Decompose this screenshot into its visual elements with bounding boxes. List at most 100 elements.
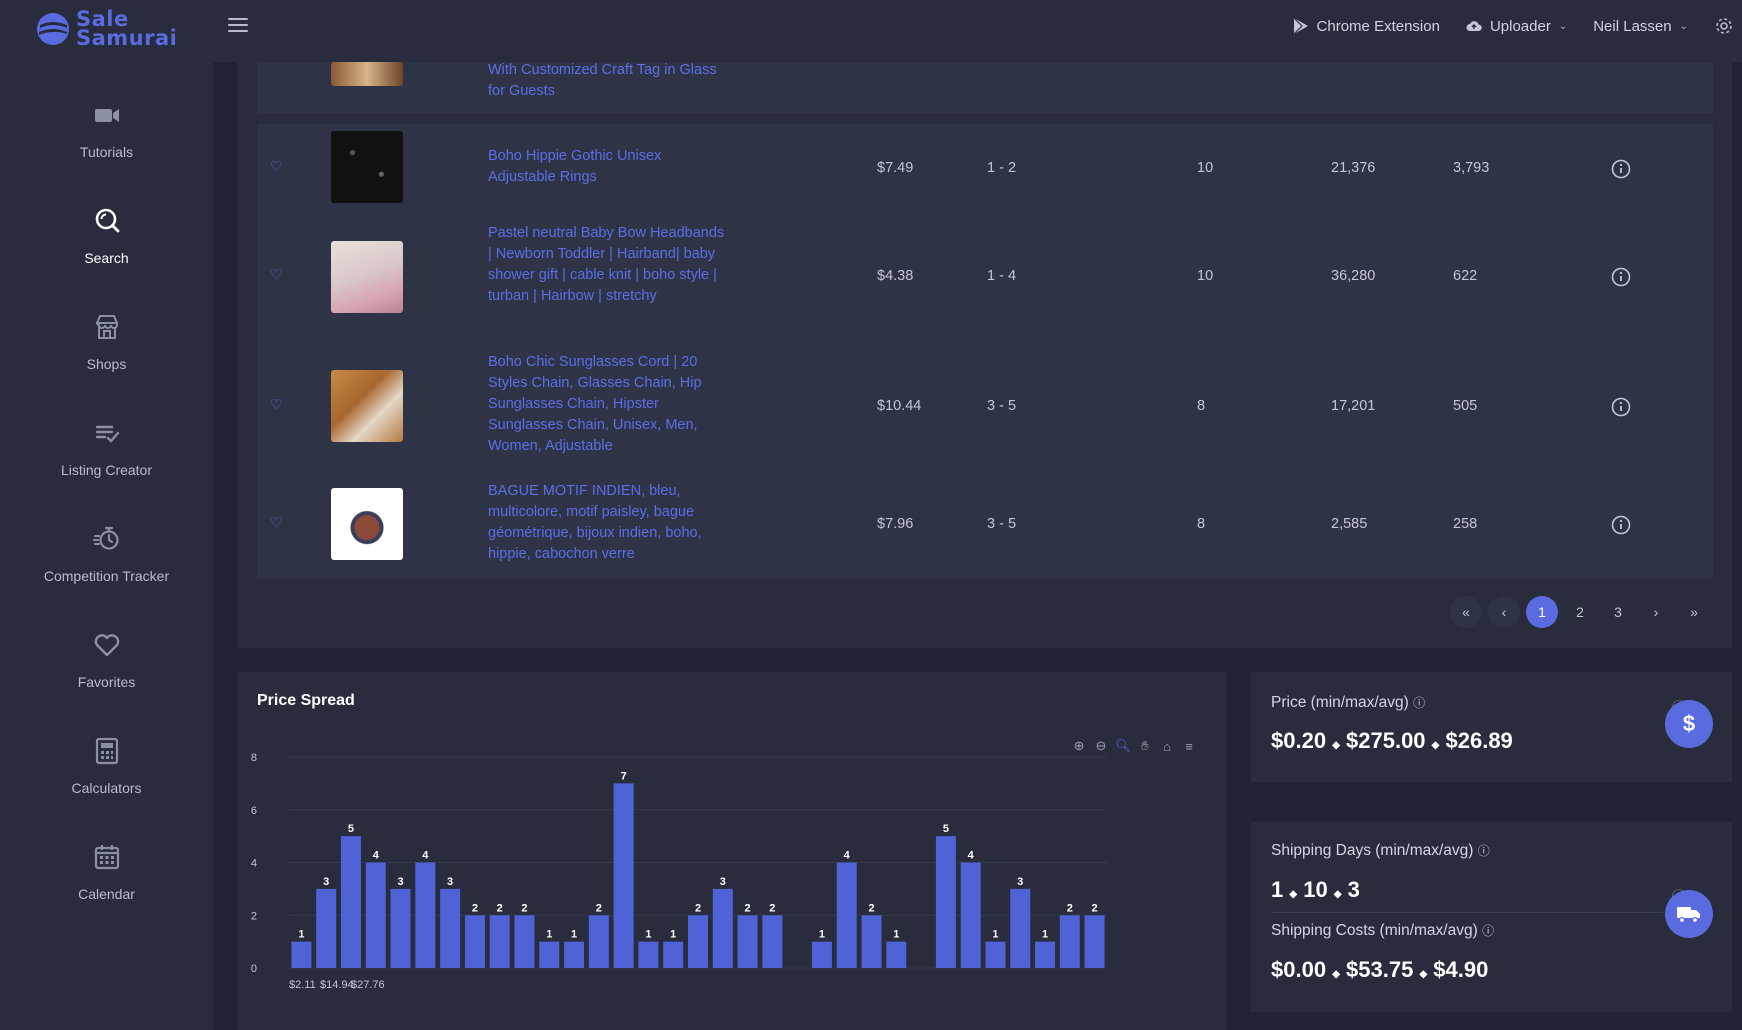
app-logo[interactable]: Sale Samurai	[36, 9, 177, 49]
data-label: 7	[621, 770, 627, 782]
info-icon[interactable]: ⓘ	[1413, 696, 1425, 710]
ship-days-cell: 3 - 5	[987, 516, 1017, 532]
product-thumbnail[interactable]	[331, 62, 403, 86]
list-check-icon	[95, 425, 119, 443]
data-label: 4	[844, 850, 851, 862]
y-tick-label: 4	[251, 858, 257, 870]
bar	[1059, 915, 1080, 968]
data-label: 1	[819, 929, 825, 941]
info-icon[interactable]	[1611, 267, 1631, 287]
y-tick-label: 2	[251, 910, 257, 922]
table-row: ♡ Boho Hippie Gothic Unisex Adjustable R…	[257, 124, 1713, 211]
ship-costs-label: Shipping Costs (min/max/avg) ⓘ	[1271, 922, 1495, 939]
info-icon[interactable]	[1611, 397, 1631, 417]
top-bar: Sale Samurai Chrome Extension Uploader ⌄ …	[0, 0, 1742, 62]
listing-title-link[interactable]: Boho Chic Sunglasses Cord | 20 Styles Ch…	[488, 352, 728, 457]
info-icon[interactable]	[1611, 159, 1631, 179]
listing-title-link[interactable]: Boho Hippie Gothic Unisex Adjustable Rin…	[488, 146, 728, 188]
first-page-button[interactable]: «	[1450, 596, 1482, 628]
data-label: 1	[992, 929, 998, 941]
favorite-heart-icon[interactable]: ♡	[270, 514, 283, 531]
table-row: With Customized Craft Tag in Glass for G…	[257, 62, 1713, 114]
data-label: 1	[546, 929, 552, 941]
table-cell: 17,201	[1331, 398, 1376, 414]
info-icon[interactable]	[1611, 515, 1631, 535]
sidebar-item-listing-creator[interactable]: Listing Creator	[0, 418, 213, 508]
table-cell: 21,376	[1331, 160, 1376, 176]
favorite-heart-icon[interactable]: ♡	[270, 158, 283, 175]
bar	[564, 941, 585, 968]
data-label: 1	[893, 929, 899, 941]
sidebar-item-calculators[interactable]: Calculators	[0, 736, 213, 826]
bar	[712, 888, 733, 968]
last-page-button[interactable]: »	[1678, 596, 1710, 628]
product-thumbnail[interactable]	[331, 241, 403, 313]
data-label: 1	[1042, 929, 1048, 941]
data-label: 2	[745, 902, 751, 914]
bar	[390, 888, 411, 968]
sidebar-item-tutorials[interactable]: Tutorials	[0, 100, 213, 190]
uploader-dropdown[interactable]: Uploader ⌄	[1466, 18, 1567, 35]
chevron-down-icon: ⌄	[1679, 20, 1688, 32]
table-cell: 505	[1453, 398, 1478, 414]
data-label: 2	[472, 902, 478, 914]
calculator-icon	[95, 737, 118, 765]
data-label: 3	[1017, 876, 1023, 888]
ship-days-label: Shipping Days (min/max/avg) ⓘ	[1271, 842, 1490, 859]
product-thumbnail[interactable]	[331, 488, 403, 560]
next-page-button[interactable]: ›	[1640, 596, 1672, 628]
table-cell: 10	[1197, 160, 1214, 176]
product-thumbnail[interactable]	[331, 370, 403, 442]
x-tick-label: $14.94	[320, 979, 354, 991]
table-row: ♡ Pastel neutral Baby Bow Headbands | Ne…	[257, 211, 1713, 340]
product-thumbnail[interactable]	[331, 131, 403, 203]
info-icon[interactable]: ⓘ	[1482, 924, 1494, 938]
data-label: 3	[720, 876, 726, 888]
data-label: 2	[695, 902, 701, 914]
ship-days-cell: 1 - 2	[987, 160, 1017, 176]
data-label: 1	[571, 929, 577, 941]
sidebar-item-search[interactable]: Search	[0, 206, 213, 296]
sidebar-item-competition-tracker[interactable]: Competition Tracker	[0, 524, 213, 614]
bar	[514, 915, 535, 968]
favorite-heart-icon[interactable]: ♡	[270, 396, 283, 413]
play-store-icon	[1293, 17, 1308, 35]
prev-page-button[interactable]: ‹	[1488, 596, 1520, 628]
settings-gear-icon[interactable]	[1714, 16, 1734, 36]
user-menu[interactable]: Neil Lassen ⌄	[1593, 18, 1688, 35]
bar	[960, 862, 981, 968]
listing-title-link[interactable]: With Customized Craft Tag in Glass for G…	[488, 60, 728, 102]
dollar-icon: $	[1665, 700, 1713, 748]
menu-toggle-icon[interactable]	[228, 16, 248, 34]
chrome-extension-link[interactable]: Chrome Extension	[1293, 17, 1440, 35]
sidebar-item-calendar[interactable]: Calendar	[0, 842, 213, 932]
data-label: 4	[968, 850, 975, 862]
shop-icon	[95, 315, 118, 339]
y-tick-label: 6	[251, 805, 257, 817]
cloud-upload-icon	[1466, 21, 1482, 31]
data-label: 2	[497, 902, 503, 914]
bar	[316, 888, 337, 968]
data-label: 1	[645, 929, 651, 941]
price-cell: $4.38	[877, 268, 914, 284]
bar	[1084, 915, 1105, 968]
listings-panel: With Customized Craft Tag in Glass for G…	[237, 62, 1732, 648]
favorite-heart-icon[interactable]: ♡	[270, 266, 283, 283]
listing-title-link[interactable]: Pastel neutral Baby Bow Headbands | Newb…	[488, 223, 728, 307]
sidebar-item-favorites[interactable]: Favorites	[0, 630, 213, 720]
bar	[762, 915, 783, 968]
price-stat-card: Price (min/max/avg) ⓘ $0.20 ◆ $275.00 ◆ …	[1251, 672, 1732, 782]
data-label: 2	[1067, 902, 1073, 914]
sidebar-item-shops[interactable]: Shops	[0, 312, 213, 402]
listing-title-link[interactable]: BAGUE MOTIF INDIEN, bleu, multicolore, m…	[488, 481, 728, 565]
table-row: ♡ BAGUE MOTIF INDIEN, bleu, multicolore,…	[257, 470, 1713, 579]
data-label: 3	[323, 876, 329, 888]
sidebar: Tutorials Search Shops Listing Creator C…	[0, 62, 213, 1030]
ship-days-cell: 3 - 5	[987, 398, 1017, 414]
price-cell: $7.49	[877, 160, 914, 176]
info-icon[interactable]: ⓘ	[1478, 844, 1490, 858]
page-1-button[interactable]: 1	[1526, 596, 1558, 628]
page-2-button[interactable]: 2	[1564, 596, 1596, 628]
page-3-button[interactable]: 3	[1602, 596, 1634, 628]
table-cell: 258	[1453, 516, 1478, 532]
